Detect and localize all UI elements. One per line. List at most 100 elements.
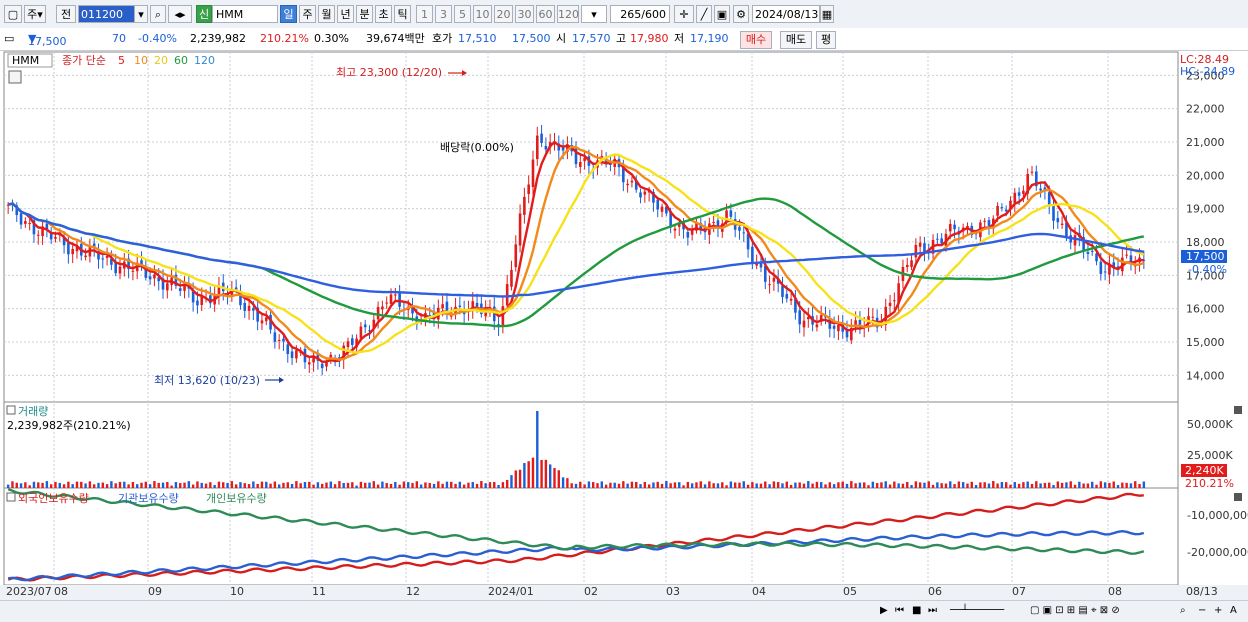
interval-60[interactable]: 60 [536,5,555,23]
volume-bar [376,484,380,488]
x-axis-label: 02 [584,585,598,598]
stock-name-field[interactable]: HMM [212,5,278,23]
holdings-panel-close-icon[interactable] [1234,493,1242,501]
period-tab-month[interactable]: 월 [318,5,335,23]
draw-line-icon[interactable]: ╱ [696,5,712,23]
code-input[interactable]: 011200 [78,5,136,23]
chart-svg[interactable]: 14,00015,00016,00017,00018,00019,00020,0… [0,50,1248,600]
volume-panel-close-icon[interactable] [1234,406,1242,414]
candle-body [923,243,926,253]
zoom-search-icon[interactable]: ⌕ [1180,604,1192,618]
x-axis-label: 09 [148,585,162,598]
period-tab-week[interactable]: 주 [299,5,316,23]
holdings-title-individual: 개인보유수량 [206,492,267,505]
eval-button[interactable]: 평 [816,31,836,49]
interval-30[interactable]: 30 [515,5,534,23]
volume-ratio: 210.21% [260,32,309,45]
candle-body [260,320,264,324]
volume-bar [84,483,87,488]
volume-bar [1086,483,1090,488]
interval-20[interactable]: 20 [494,5,513,23]
scroll-right-icon[interactable]: ▶ [880,604,894,618]
search-icon[interactable]: ⌕ [150,5,166,23]
prev-button[interactable]: 전 [56,5,76,23]
date-field[interactable]: 2024/08/13 [752,5,820,23]
crosshair-icon[interactable]: ✛ [674,5,694,23]
volume-bar [828,482,832,488]
calendar-icon[interactable]: ▦ [820,5,834,23]
last-icon[interactable]: ⏭ [928,604,942,618]
save-icon[interactable]: ▣ [714,5,730,23]
max-price-label: 최고 23,300 (12/20) [336,66,442,79]
interval-5[interactable]: 5 [454,5,471,23]
period-tab-second[interactable]: 초 [375,5,392,23]
candle-body [1030,171,1034,173]
volume-bar [15,482,18,488]
candle-body [200,296,204,305]
market-select[interactable]: 주▾ [24,5,46,23]
volume-bar [587,481,591,488]
auto-scale-button[interactable]: A [1230,604,1240,618]
last-price-tag-text: 17,500 [1186,250,1225,263]
code-dropdown-icon[interactable]: ▾ [134,5,148,23]
open-label: 시 [556,32,567,45]
price-tick-label: 18,000 [1186,236,1225,249]
volume-bar [755,483,758,488]
volume-bar [910,484,913,488]
volume-bar [875,483,879,488]
volume-bar [247,484,251,488]
candle-body [247,305,251,311]
zoom-in-button[interactable]: + [1214,604,1224,618]
window-icon[interactable]: ▢ [4,5,22,23]
first-icon[interactable]: ⏮ [895,604,909,618]
volume-bar [1125,482,1128,488]
candle-body [148,276,152,280]
volume-bar [656,481,659,488]
candle-body [398,291,401,307]
volume-bar [32,481,36,488]
volume-bar [299,483,302,488]
interval-custom-input[interactable]: ▾ [581,5,607,23]
sound-icon[interactable]: ◂▸ [168,5,192,23]
candle-body [871,316,875,318]
sell-button[interactable]: 매도 [780,31,812,49]
volume-bar [527,461,530,488]
x-axis-label: 05 [843,585,857,598]
volume-bar [1013,482,1016,488]
volume-bar [1004,482,1008,488]
volume-bar [217,481,221,488]
panel-toggle-icon[interactable]: ▭ [4,31,14,47]
interval-1[interactable]: 1 [416,5,433,23]
chart-area[interactable]: 14,000 15,000 16,000 17,000 18,000 19,000 20,0… [0,50,1248,600]
candle-body [1090,250,1094,252]
zoom-slider[interactable]: ──┴────── [950,604,1020,618]
volume-bar [832,484,836,488]
period-tab-minute[interactable]: 분 [356,5,373,23]
volume-bar [583,484,586,488]
count-field[interactable]: 265/600 [610,5,670,23]
volume-bar [351,482,354,488]
volume-bar [1065,482,1068,488]
settings-gear-icon[interactable]: ⚙ [733,5,749,23]
interval-120[interactable]: 120 [557,5,579,23]
candle-body [742,232,746,234]
holdings-tick-20m: -20,000,000 [1187,546,1248,559]
volume-bar [609,482,612,488]
table-toggle-icon[interactable] [8,70,22,84]
stop-icon[interactable]: ■ [912,604,924,618]
volume-bar [617,483,621,488]
interval-3[interactable]: 3 [435,5,452,23]
candle-body [1060,223,1064,225]
buy-button[interactable]: 매수 [740,31,772,49]
interval-10[interactable]: 10 [473,5,492,23]
volume-bar [798,482,801,488]
period-tab-tick[interactable]: 틱 [394,5,411,23]
volume-bar [596,483,599,488]
zoom-out-button[interactable]: − [1198,604,1208,618]
period-tab-year[interactable]: 년 [337,5,354,23]
candle-body [320,363,324,369]
candle-body [630,180,634,183]
period-tab-day[interactable]: 일 [280,5,297,23]
view-mode-icons[interactable]: ▢ ▣ ⊡ ⊞ ▤ ⌖ ⊠ ⊘ [1030,604,1170,618]
volume-bar [179,483,182,488]
